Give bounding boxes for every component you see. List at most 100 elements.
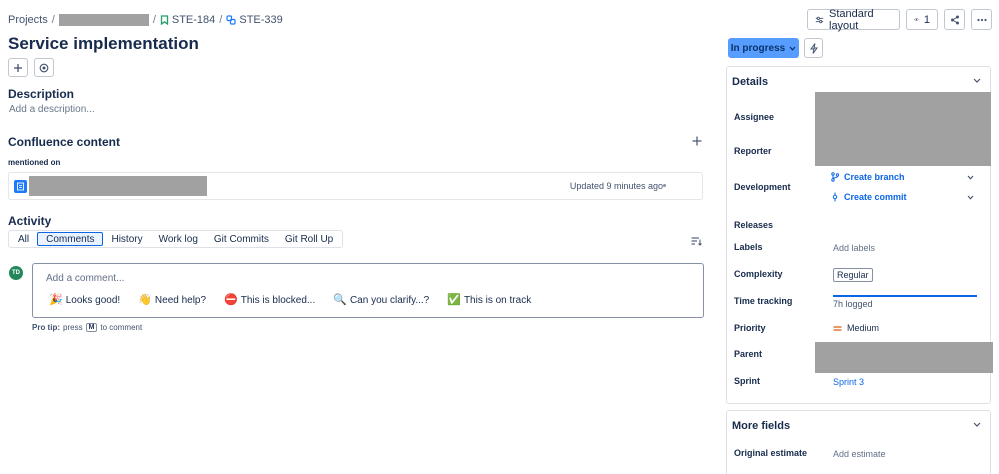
chevron-down-icon[interactable] <box>967 175 974 180</box>
commit-icon <box>832 192 838 202</box>
pro-tip-label: Pro tip: <box>32 323 60 332</box>
add-button[interactable] <box>8 58 28 77</box>
pro-tip-pre: press <box>63 323 83 332</box>
party-icon: 🎉 <box>49 294 63 306</box>
confluence-page-icon <box>14 179 27 193</box>
plus-icon <box>14 63 22 72</box>
sliders-icon <box>815 16 824 23</box>
keyboard-shortcut: M <box>85 323 98 332</box>
confluence-updated-time: Updated 9 minutes ago <box>569 181 663 191</box>
confluence-page-title-redacted <box>29 176 207 196</box>
quick-reply-label: Can you clarify...? <box>349 295 430 306</box>
quick-actions <box>8 58 54 77</box>
priority-medium-icon <box>833 325 842 331</box>
time-tracking-bar[interactable] <box>833 295 977 297</box>
more-actions-button[interactable] <box>971 9 992 30</box>
apps-button[interactable] <box>34 58 54 77</box>
quick-reply-label: This is blocked... <box>240 295 316 306</box>
avatar[interactable]: TD <box>9 266 23 280</box>
activity-heading: Activity <box>8 214 52 228</box>
breadcrumb-separator: / <box>51 14 55 26</box>
parent-redacted[interactable] <box>815 342 993 373</box>
original-estimate-field[interactable]: Add estimate <box>833 449 886 459</box>
priority-label: Priority <box>734 323 766 333</box>
priority-field[interactable]: Medium <box>833 323 879 333</box>
share-icon <box>950 15 959 24</box>
releases-label: Releases <box>734 220 774 230</box>
breadcrumb-projects[interactable]: Projects <box>8 14 48 26</box>
status-label: In progress <box>730 42 786 54</box>
lightning-icon <box>809 42 818 54</box>
people-redacted[interactable] <box>815 92 991 166</box>
confluence-card-menu-icon[interactable] <box>663 184 666 187</box>
reporter-label: Reporter <box>734 146 772 156</box>
comment-input[interactable]: Add a comment... <box>46 273 124 284</box>
complexity-tag: Regular <box>833 268 873 282</box>
tab-all[interactable]: All <box>10 232 37 246</box>
tab-history[interactable]: History <box>103 232 150 246</box>
status-dropdown[interactable]: In progress <box>728 38 799 58</box>
subtask-icon <box>226 15 236 25</box>
quick-reply-label: Looks good! <box>65 295 121 306</box>
more-fields-heading: More fields <box>732 420 791 432</box>
create-branch-label: Create branch <box>844 172 905 182</box>
quick-reply-clarify[interactable]: 🔍 Can you clarify...? <box>333 294 430 307</box>
bookmark-icon <box>160 15 169 25</box>
quick-reply-label: Need help? <box>154 295 207 306</box>
description-input[interactable]: Add a description... <box>9 104 95 115</box>
assignee-label: Assignee <box>734 112 775 122</box>
details-heading: Details <box>732 76 769 88</box>
chevron-down-icon[interactable] <box>973 78 981 83</box>
time-tracking-label: Time tracking <box>734 296 793 306</box>
issue-title[interactable]: Service implementation <box>8 34 199 54</box>
more-fields-panel: More fields <box>726 410 991 474</box>
add-confluence-icon[interactable] <box>692 136 702 146</box>
confluence-page-card[interactable]: Updated 9 minutes ago <box>8 172 703 200</box>
labels-field[interactable]: Add labels <box>833 243 875 253</box>
chevron-down-icon[interactable] <box>973 422 981 427</box>
branch-icon <box>831 172 839 182</box>
sprint-label: Sprint <box>734 376 760 386</box>
sprint-link[interactable]: Sprint 3 <box>833 377 864 387</box>
automation-button[interactable] <box>804 38 823 58</box>
tab-work-log[interactable]: Work log <box>151 232 206 246</box>
share-button[interactable] <box>944 9 965 30</box>
top-actions: Standard layout 1 <box>807 7 992 32</box>
parent-issue-key: STE-184 <box>171 14 216 26</box>
wave-icon: 👋 <box>138 294 152 306</box>
breadcrumb-current-issue[interactable]: STE-339 <box>226 14 283 26</box>
chevron-down-icon[interactable] <box>967 195 974 200</box>
complexity-field[interactable]: Regular <box>833 268 873 282</box>
quick-reply-need-help[interactable]: 👋 Need help? <box>138 294 207 307</box>
pro-tip-post: to comment <box>100 323 143 332</box>
create-branch-link[interactable]: Create branch <box>831 172 905 182</box>
chevron-down-icon <box>789 46 796 51</box>
tab-git-commits[interactable]: Git Commits <box>206 232 277 246</box>
tab-comments[interactable]: Comments <box>37 232 104 246</box>
breadcrumb-redacted-project[interactable] <box>58 14 149 26</box>
comment-box[interactable]: Add a comment... 🎉 Looks good! 👋 Need help… <box>32 263 704 318</box>
labels-label: Labels <box>734 242 763 252</box>
tab-git-roll-up[interactable]: Git Roll Up <box>277 232 341 246</box>
quick-reply-blocked[interactable]: ⛔ This is blocked... <box>224 295 316 307</box>
standard-layout-label: Standard layout <box>829 7 874 32</box>
more-icon <box>976 18 987 21</box>
mentioned-on-label: mentioned on <box>8 158 61 167</box>
breadcrumb-separator: / <box>219 14 223 26</box>
standard-layout-button[interactable]: Standard layout <box>807 7 900 32</box>
watchers-button[interactable]: 1 <box>906 9 938 30</box>
sort-icon[interactable] <box>691 236 702 246</box>
confluence-heading: Confluence content <box>8 135 121 149</box>
create-commit-link[interactable]: Create commit <box>831 192 907 202</box>
original-estimate-label: Original estimate <box>734 448 808 458</box>
breadcrumb-parent-issue[interactable]: STE-184 <box>160 14 215 26</box>
complexity-label: Complexity <box>734 269 783 279</box>
quick-replies: 🎉 Looks good! 👋 Need help? ⛔ This is blocke… <box>49 294 531 307</box>
check-mark-icon: ✅ <box>447 294 461 306</box>
quick-reply-looks-good[interactable]: 🎉 Looks good! <box>49 294 121 307</box>
quick-reply-on-track[interactable]: ✅ This is on track <box>447 294 531 307</box>
parent-label: Parent <box>734 349 763 359</box>
create-commit-label: Create commit <box>844 192 907 202</box>
time-logged: 7h logged <box>833 299 873 309</box>
magnifier-icon: 🔍 <box>333 294 347 306</box>
